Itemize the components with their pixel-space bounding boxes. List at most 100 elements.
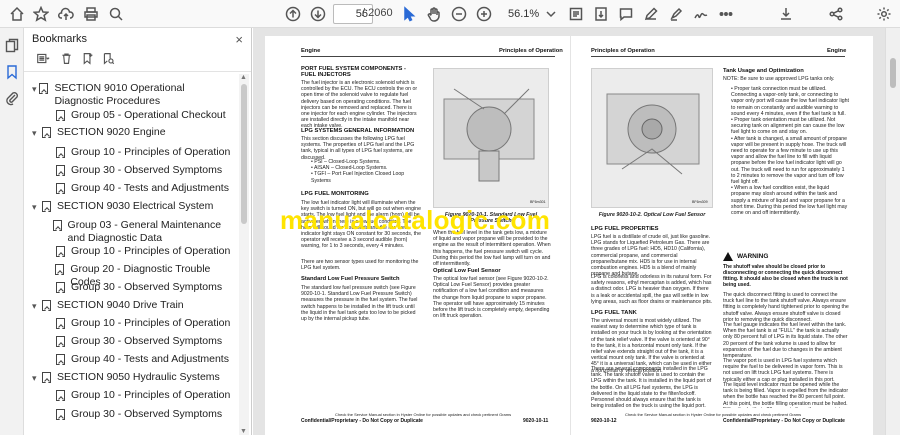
search-icon[interactable] [105,3,127,25]
save-icon[interactable] [775,3,797,25]
chevron-down-icon[interactable]: ▾ [32,126,42,140]
select-cursor-icon[interactable] [398,3,420,25]
bookmark-icon [52,220,62,231]
more-options-icon[interactable] [715,3,737,25]
side-rail [0,28,24,435]
bookmark-section[interactable]: ▾ SECTION 9030 Electrical System [32,200,232,214]
bookmark-group[interactable]: Group 40 - Tests and Adjustments [46,182,232,195]
cloud-upload-icon[interactable] [55,3,77,25]
right-p2b: There are several components installed i… [591,366,712,408]
find-bookmark-icon[interactable] [102,52,115,70]
bookmark-label: Group 10 - Principles of Operation [71,245,231,257]
right-col2-h: Tank Usage and Optimization [723,68,804,74]
bookmark-icon [56,183,65,194]
bookmark-group[interactable]: Group 05 - Operational Checkout [46,109,232,122]
pen-icon[interactable] [640,3,662,25]
bookmark-group[interactable]: Group 10 - Principles of Operation [46,389,232,402]
left-list: • PSI – Closed-Loop Systems. • AISAN – C… [311,159,405,184]
right-figure-caption: Figure 9020-10-2. Optical Low Fuel Senso… [598,212,706,218]
watermark-text: manualcatalogic.com [280,205,551,235]
previous-page-icon[interactable] [282,3,304,25]
document-scroll-thumb[interactable] [890,58,896,88]
add-bookmark-icon[interactable] [81,52,94,70]
chevron-down-icon[interactable]: ▾ [32,200,42,214]
bookmark-section[interactable]: ▾ SECTION 9040 Drive Train [32,299,232,313]
chevron-down-icon[interactable]: ▾ [32,82,39,96]
left-col2-p2: The optical low fuel sensor (see Figure … [433,276,550,320]
bookmarks-panel: Bookmarks × ▾ SECTION 9010 Operational Di… [24,28,252,435]
left-h3: LPG FUEL MONITORING [301,191,369,197]
bookmark-icon [42,300,51,311]
delete-icon[interactable] [60,52,73,70]
zoom-dropdown-icon[interactable] [540,3,562,25]
warning-title: WARNING [737,253,769,260]
bookmark-section[interactable]: ▾ SECTION 9020 Engine [32,126,232,140]
star-icon[interactable] [30,3,52,25]
right-p1: LPG fuel is a distillate of crude oil, j… [591,234,711,278]
document-scrollbar[interactable] [885,28,900,435]
bookmark-panel-icon[interactable] [4,64,20,80]
right-header-right: Engine [827,48,847,54]
bookmark-label: Group 30 - Observed Symptoms [71,408,223,420]
bookmark-label: SECTION 9010 Operational Diagnostic Proc… [54,82,185,107]
zoom-in-icon[interactable] [473,3,495,25]
figure-fuel-pressure-switch: BF6m301 [433,68,549,208]
bookmark-group[interactable]: Group 10 - Principles of Operation [46,317,232,330]
page-thumbnails-icon[interactable] [4,38,20,54]
bookmark-icon [42,201,51,212]
bookmark-icon [56,390,65,401]
sign-icon[interactable] [690,3,712,25]
comment-icon[interactable] [615,3,637,25]
next-page-icon[interactable] [307,3,329,25]
print-icon[interactable] [80,3,102,25]
page-total: / 2060 [362,7,393,19]
hand-tool-icon[interactable] [423,3,445,25]
panel-scroll-thumb[interactable] [241,84,247,224]
bookmark-group[interactable]: Group 30 - Observed Symptoms [46,408,232,421]
fit-page-icon[interactable] [565,3,587,25]
bookmark-label: Group 40 - Tests and Adjustments [71,182,229,194]
home-icon[interactable] [6,3,28,25]
bookmark-section[interactable]: ▾ SECTION 9010 Operational Diagnostic Pro… [32,82,232,108]
right-figure-id: BF6m309 [692,200,708,204]
highlight-icon[interactable] [665,3,687,25]
chevron-down-icon[interactable]: ▾ [32,371,42,385]
settings-gear-icon[interactable] [873,3,895,25]
bookmark-group[interactable]: Group 30 - Observed Symptoms [46,281,232,294]
left-p3b: There are two sensor types used for moni… [301,259,419,272]
close-icon[interactable]: × [235,32,243,47]
bookmark-icon [56,246,65,257]
bookmark-group[interactable]: Group 40 - Tests and Adjustments [46,353,232,366]
bookmark-group[interactable]: Group 30 - Observed Symptoms [46,335,232,348]
bookmark-label: Group 30 - Observed Symptoms [71,335,223,347]
bookmark-icon [56,336,65,347]
chevron-down-icon[interactable]: ▾ [32,299,42,313]
bookmark-group[interactable]: Group 10 - Principles of Operation [46,146,232,159]
left-col2-h: Optical Low Fuel Sensor [433,268,501,274]
zoom-out-icon[interactable] [448,3,470,25]
bookmark-group[interactable]: Group 10 - Principles of Operation [46,245,232,258]
zoom-level[interactable]: 56.1% [508,8,539,20]
bookmark-section[interactable]: ▾ SECTION 9050 Hydraulic Systems [32,371,232,385]
bookmark-group[interactable]: Group 03 - General Maintenance and Diagn… [46,219,232,245]
bookmark-icon [55,264,65,275]
left-p4: The standard low fuel pressure switch (s… [301,285,418,323]
share-icon[interactable] [825,3,847,25]
bookmark-label: SECTION 9050 Hydraulic Systems [57,371,220,383]
bookmark-label: SECTION 9020 Engine [57,126,166,138]
scroll-mode-icon[interactable] [590,3,612,25]
bookmark-label: Group 30 - Observed Symptoms [71,164,223,176]
right-col2-p6: The liquid level indicator must be opene… [723,382,849,408]
bookmark-group[interactable]: Group 30 - Observed Symptoms [46,164,232,177]
toolbar: / 2060 56.1% [0,0,900,28]
attachment-icon[interactable] [4,90,20,106]
options-menu-icon[interactable] [34,52,52,70]
panel-scrollbar[interactable]: ▲ ▼ [239,74,249,435]
